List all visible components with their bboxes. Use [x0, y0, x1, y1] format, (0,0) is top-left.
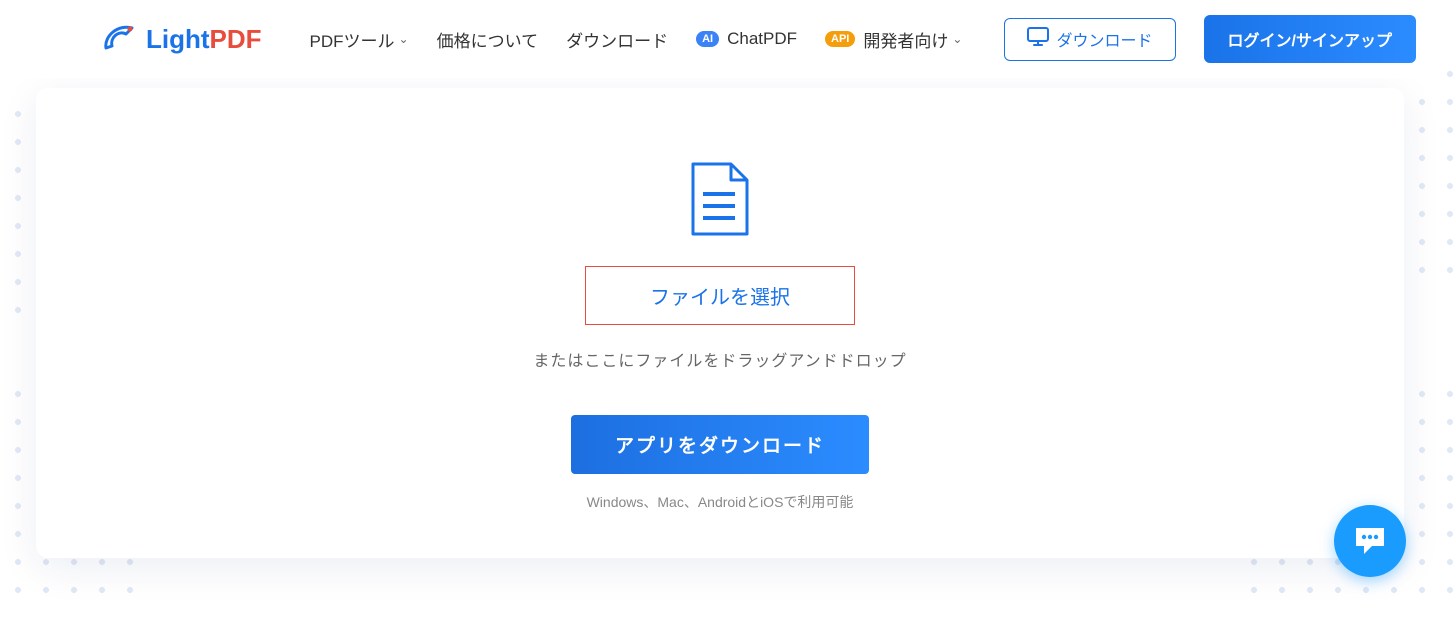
platforms-text: Windows、Mac、AndroidとiOSで利用可能 [587, 492, 854, 512]
nav-label: ダウンロード [566, 27, 668, 52]
top-header: LightPDF PDFツール ⌄ 価格について ダウンロード AI ChatP… [0, 0, 1440, 78]
document-icon [689, 160, 751, 238]
button-label: アプリをダウンロード [615, 436, 825, 457]
chat-fab-button[interactable] [1334, 505, 1406, 577]
ai-badge-icon: AI [696, 31, 719, 47]
nav-chatpdf[interactable]: AI ChatPDF [696, 29, 797, 49]
download-app-button[interactable]: アプリをダウンロード [571, 415, 869, 474]
logo-icon [100, 20, 138, 58]
header-download-button[interactable]: ダウンロード [1004, 18, 1176, 61]
logo-text: LightPDF [146, 24, 262, 55]
nav-developers[interactable]: API 開発者向け ⌄ [825, 27, 962, 52]
login-signup-button[interactable]: ログイン/サインアップ [1204, 15, 1416, 63]
chevron-down-icon: ⌄ [399, 32, 409, 46]
api-badge-icon: API [825, 31, 855, 47]
button-label: ダウンロード [1057, 27, 1153, 51]
nav-label: PDFツール [310, 27, 395, 52]
drag-drop-hint: またはここにファイルをドラッグアンドドロップ [533, 347, 906, 371]
chat-icon [1352, 524, 1388, 558]
nav-download[interactable]: ダウンロード [566, 27, 668, 52]
brand-logo[interactable]: LightPDF [100, 20, 262, 58]
button-label: ファイルを選択 [650, 287, 790, 309]
nav-pricing[interactable]: 価格について [437, 27, 539, 52]
monitor-icon [1027, 27, 1049, 52]
nav-label: 価格について [437, 27, 539, 52]
select-file-button[interactable]: ファイルを選択 [585, 266, 855, 325]
button-label: ログイン/サインアップ [1228, 33, 1392, 50]
main-nav: PDFツール ⌄ 価格について ダウンロード AI ChatPDF API 開発… [310, 27, 963, 52]
upload-card: ファイルを選択 またはここにファイルをドラッグアンドドロップ アプリをダウンロー… [36, 88, 1404, 558]
nav-label: ChatPDF [727, 29, 797, 49]
nav-label: 開発者向け [863, 27, 948, 52]
chevron-down-icon: ⌄ [952, 32, 962, 46]
nav-pdf-tools[interactable]: PDFツール ⌄ [310, 27, 409, 52]
